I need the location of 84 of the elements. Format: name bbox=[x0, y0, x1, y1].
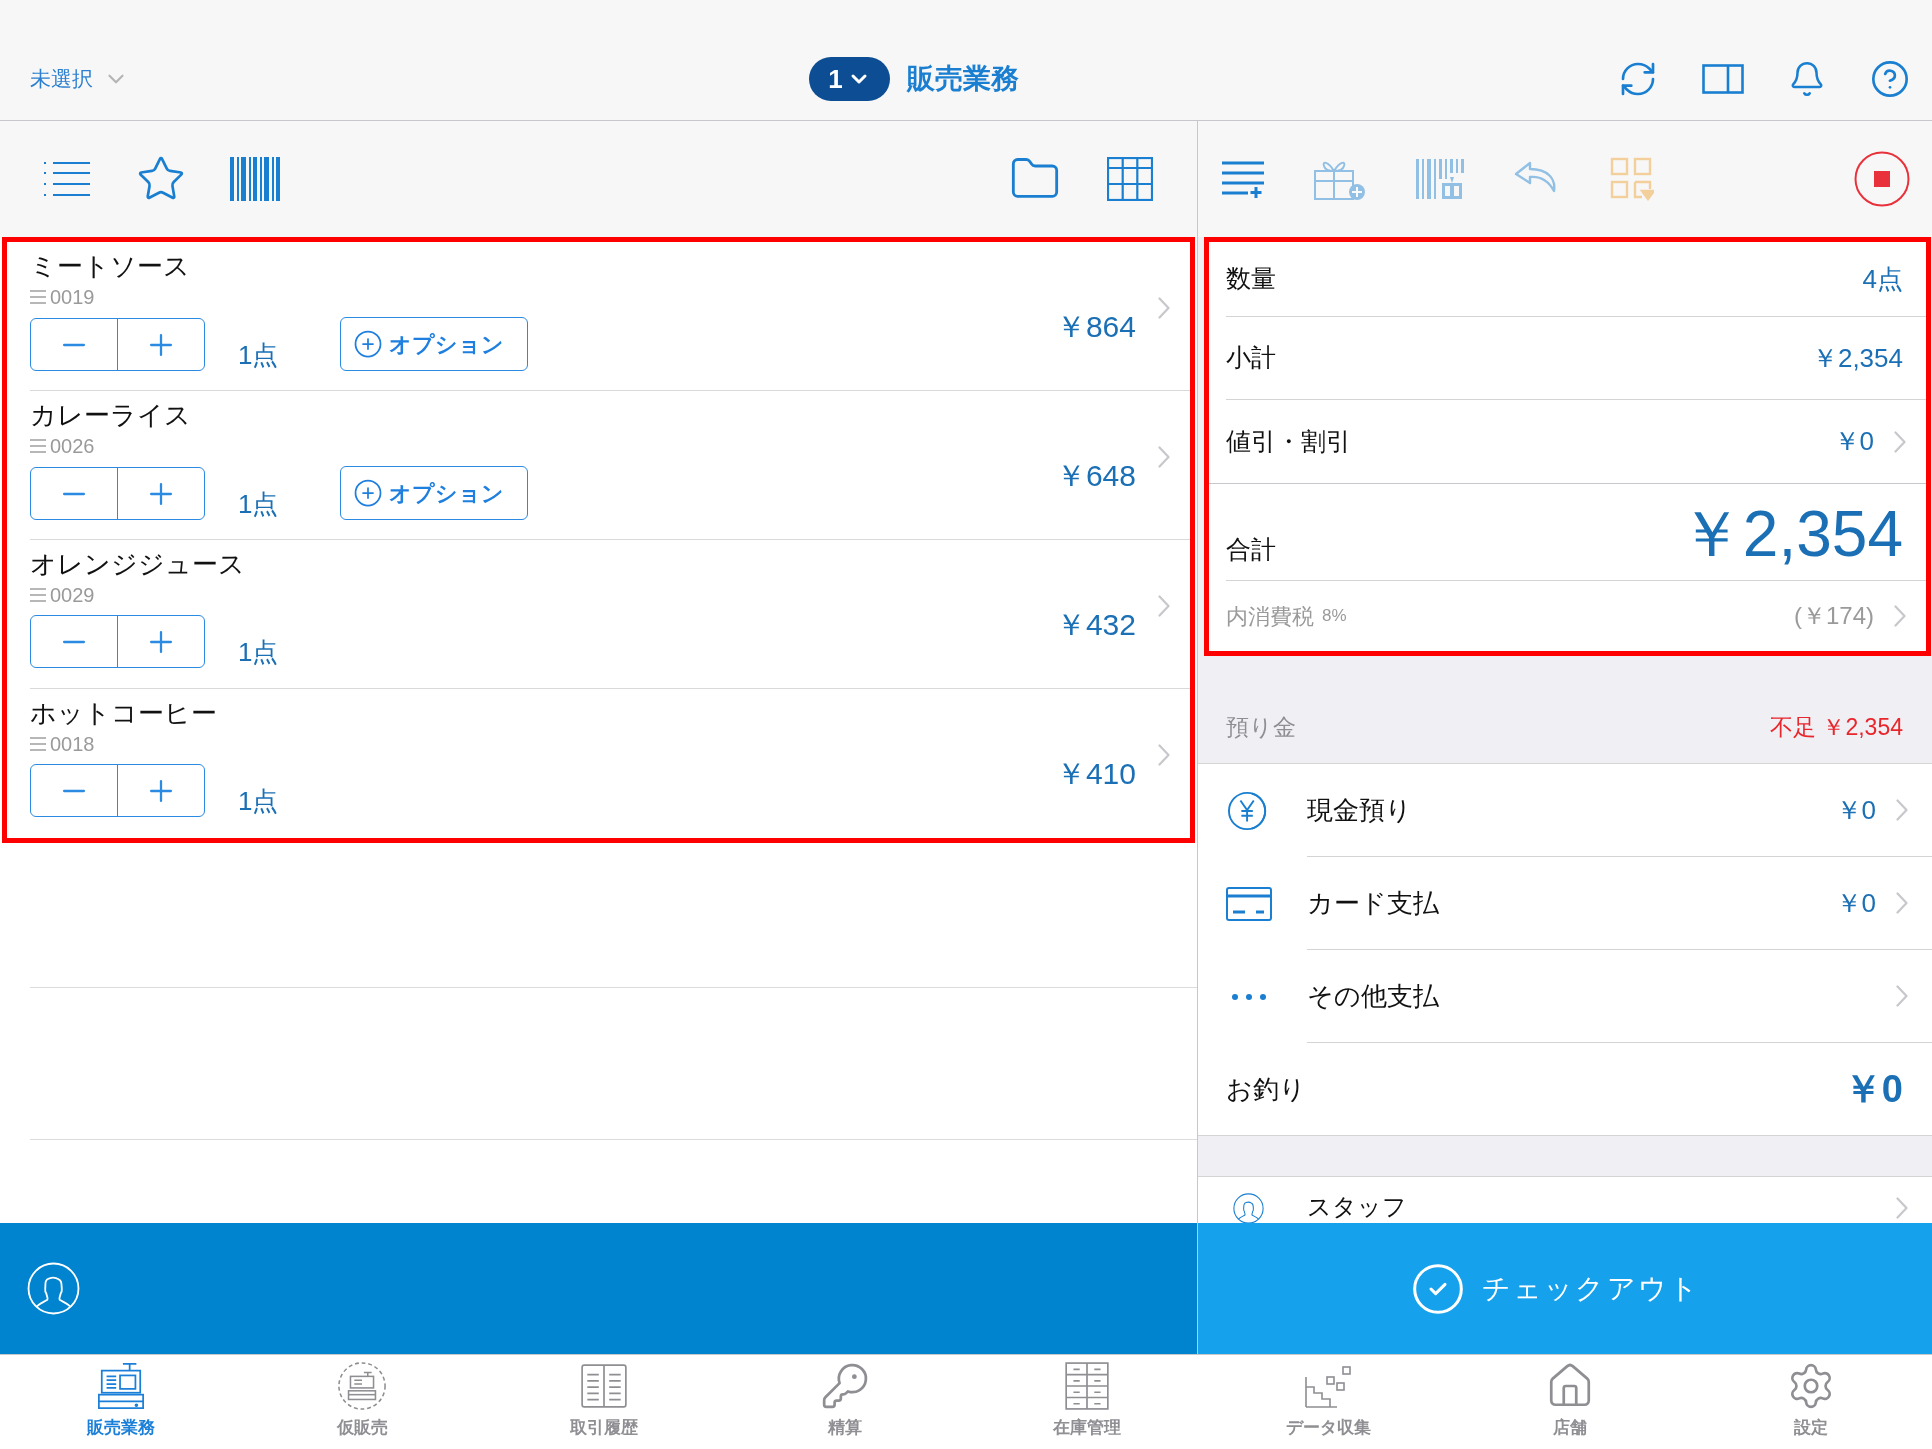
chevron-right-icon bbox=[1896, 799, 1908, 821]
stop-icon[interactable] bbox=[1854, 151, 1910, 207]
chevron-right-icon bbox=[1896, 1197, 1908, 1219]
summary-label: 値引・割引 bbox=[1226, 425, 1351, 457]
credit-card-icon bbox=[1225, 886, 1272, 921]
lines-icon bbox=[30, 588, 46, 602]
cash-register-icon bbox=[95, 1361, 146, 1411]
quantity-stepper[interactable] bbox=[30, 318, 205, 371]
total-value: ￥2,354 bbox=[1678, 497, 1903, 572]
summary-value: ￥2,354 bbox=[1811, 341, 1903, 375]
tax-rate: 8% bbox=[1322, 605, 1347, 628]
tax-value: (￥174) bbox=[1793, 601, 1874, 631]
item-name: カレーライス bbox=[30, 400, 191, 430]
tab-bar-item[interactable]: 店舗 bbox=[1449, 1355, 1691, 1449]
ledger-icon bbox=[578, 1361, 629, 1411]
payment-method[interactable]: 現金預り bbox=[1307, 790, 1412, 830]
item-quantity: 1点 bbox=[238, 786, 279, 816]
chevron-right-icon bbox=[1158, 446, 1170, 468]
summary-value: 4点 bbox=[1862, 262, 1903, 296]
item-code: 0029 bbox=[50, 583, 95, 607]
quantity-stepper[interactable] bbox=[30, 764, 205, 817]
payment-amount: ￥0 bbox=[1835, 793, 1876, 827]
option-button[interactable]: オプション bbox=[340, 317, 529, 371]
shortage-amount: 不足 ￥2,354 bbox=[1770, 713, 1903, 743]
more-dots-icon bbox=[1230, 992, 1267, 1001]
chevron-right-icon bbox=[1896, 892, 1908, 914]
item-code: 0026 bbox=[50, 434, 95, 458]
change-label: お釣り bbox=[1226, 1072, 1306, 1106]
lines-icon bbox=[30, 290, 46, 304]
summary-label: 小計 bbox=[1226, 342, 1276, 374]
payment-amount: ￥0 bbox=[1835, 886, 1876, 920]
item-quantity: 1点 bbox=[238, 489, 279, 519]
lines-icon bbox=[30, 439, 46, 453]
item-code: 0018 bbox=[50, 732, 95, 756]
item-name: オレンジジュース bbox=[30, 549, 245, 579]
chevron-right-icon bbox=[1896, 985, 1908, 1007]
tab-bar-item[interactable]: 販売業務 bbox=[0, 1355, 242, 1449]
screen-title: 販売業務 bbox=[907, 62, 1019, 96]
tab-bar-item[interactable]: 取引履歴 bbox=[483, 1355, 725, 1449]
deposit-label: 預り金 bbox=[1226, 713, 1296, 743]
total-label: 合計 bbox=[1226, 534, 1276, 564]
quantity-stepper[interactable] bbox=[30, 467, 205, 520]
payment-method[interactable]: その他支払 bbox=[1307, 976, 1439, 1016]
list-icon[interactable] bbox=[44, 161, 90, 197]
item-quantity: 1点 bbox=[238, 340, 279, 370]
chevron-right-icon bbox=[1894, 430, 1906, 453]
person-circle-icon[interactable] bbox=[27, 1262, 80, 1315]
chevron-right-icon bbox=[1158, 297, 1170, 319]
tab-bar-item[interactable]: 仮販売 bbox=[241, 1355, 483, 1449]
item-name: ホットコーヒー bbox=[30, 698, 217, 728]
item-price: ￥432 bbox=[1055, 607, 1136, 643]
item-code: 0019 bbox=[50, 285, 95, 309]
summary-label: 数量 bbox=[1226, 263, 1276, 295]
item-price: ￥648 bbox=[1055, 458, 1136, 494]
option-button[interactable]: オプション bbox=[340, 466, 529, 520]
summary-value: ￥0 bbox=[1833, 425, 1874, 458]
tab-bar-item[interactable]: 設定 bbox=[1690, 1355, 1932, 1449]
store-selector[interactable]: 未選択 bbox=[30, 63, 129, 95]
tax-label: 内消費税 bbox=[1226, 602, 1314, 631]
plus-circle-icon bbox=[353, 478, 384, 508]
staff-label[interactable]: スタッフ bbox=[1307, 1193, 1407, 1221]
item-price: ￥410 bbox=[1055, 756, 1136, 792]
item-quantity: 1点 bbox=[238, 637, 279, 667]
register-selector[interactable]: 1 bbox=[809, 57, 890, 101]
change-value: ￥0 bbox=[1843, 1066, 1903, 1112]
item-name: ミートソース bbox=[30, 251, 190, 281]
dashed-register-icon bbox=[337, 1361, 388, 1411]
split-panel-icon[interactable] bbox=[1702, 64, 1744, 94]
grid-icon[interactable] bbox=[1107, 157, 1153, 201]
help-icon[interactable] bbox=[1870, 59, 1910, 99]
barcode-icon[interactable] bbox=[230, 157, 280, 201]
chevron-right-icon bbox=[1158, 744, 1170, 766]
tab-bar-item[interactable]: 在庫管理 bbox=[966, 1355, 1208, 1449]
tab-bar-item[interactable]: 精算 bbox=[724, 1355, 966, 1449]
chevron-right-icon bbox=[1894, 605, 1906, 627]
lines-icon bbox=[30, 737, 46, 751]
add-line-icon[interactable] bbox=[1222, 160, 1264, 198]
checkout-button[interactable]: チェックアウト bbox=[1198, 1223, 1932, 1354]
payment-method[interactable]: カード支払 bbox=[1307, 883, 1439, 923]
plus-circle-icon bbox=[353, 329, 384, 359]
quantity-stepper[interactable] bbox=[30, 615, 205, 668]
item-price: ￥864 bbox=[1055, 309, 1136, 345]
chevron-right-icon bbox=[1158, 595, 1170, 617]
tab-bar-item[interactable]: データ収集 bbox=[1207, 1355, 1449, 1449]
